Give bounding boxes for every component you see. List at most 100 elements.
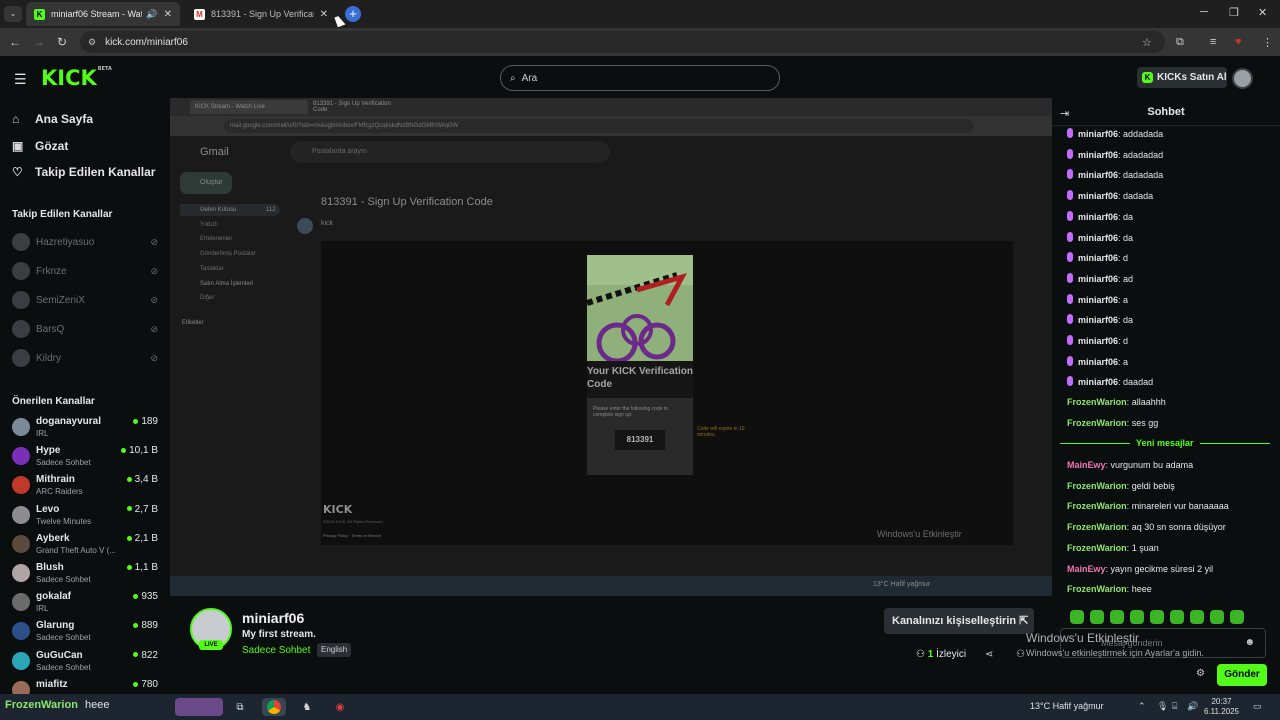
stream-category[interactable]: Sadece Sohbet <box>242 645 310 656</box>
chrome-icon[interactable] <box>262 698 286 716</box>
chat-settings-icon[interactable]: ⚙ <box>1196 668 1205 679</box>
followed-channel[interactable]: SemiZeniX ⊘ <box>12 291 162 309</box>
network-icon[interactable]: ⌸ <box>1172 701 1177 712</box>
emote-icon[interactable] <box>1070 610 1084 624</box>
new-tab-button[interactable]: + <box>345 6 361 22</box>
followed-channel[interactable]: BarsQ ⊘ <box>12 320 162 338</box>
recommended-channel[interactable]: Mithrain ARC Raiders 3,4 B <box>12 472 162 500</box>
clock[interactable]: 20:37 6.11.2025 <box>1204 697 1239 717</box>
recommended-channel[interactable]: Hype Sadece Sohbet 10,1 B <box>12 443 162 471</box>
restore-icon[interactable]: ❐ <box>1229 6 1239 19</box>
emote-icon[interactable] <box>1090 610 1104 624</box>
chat-username[interactable]: miniarf06 <box>1078 233 1118 243</box>
close-tab-icon[interactable]: ✕ <box>164 9 172 20</box>
emote-icon[interactable] <box>1110 610 1124 624</box>
chat-username[interactable]: miniarf06 <box>1078 377 1118 387</box>
obs-icon[interactable]: ◉ <box>331 698 349 716</box>
chat-username[interactable]: miniarf06 <box>1078 212 1118 222</box>
emote-icon[interactable] <box>1170 610 1184 624</box>
tab-gmail[interactable]: M 813391 - Sign Up Verification Code ✕ <box>186 2 336 26</box>
chat-username[interactable]: miniarf06 <box>1078 336 1118 346</box>
emote-icon[interactable] <box>1210 610 1224 624</box>
chat-username[interactable]: miniarf06 <box>1078 357 1118 367</box>
chat-username[interactable]: FrozenWarion <box>1067 481 1127 491</box>
recommended-channel[interactable]: gokalaf IRL 935 <box>12 589 162 617</box>
buy-kicks-button[interactable]: K KICKs Satın Al <box>1137 67 1227 88</box>
address-bar[interactable]: ⚙ kick.com/miniarf06 <box>80 31 1165 53</box>
profile-icon[interactable]: ♥ <box>1235 36 1242 48</box>
video-player[interactable]: KICK Stream - Watch Live 813391 - Sign U… <box>170 98 1052 596</box>
tray-chevron-icon[interactable]: ⌃ <box>1138 701 1146 712</box>
browser-menu-icon[interactable]: ⋮ <box>1262 36 1273 49</box>
nav-browse[interactable]: ▣ Gözat <box>12 139 68 153</box>
search-input[interactable]: ⌕ Ara <box>500 65 780 91</box>
emote-icon[interactable] <box>1190 610 1204 624</box>
emote-icon[interactable] <box>1230 610 1244 624</box>
chat-username[interactable]: FrozenWarion <box>1067 397 1127 407</box>
kick-logo[interactable]: KICKBETA <box>41 66 112 90</box>
volume-icon[interactable]: 🔊 <box>1187 701 1198 712</box>
minimize-icon[interactable]: ─ <box>1200 6 1208 18</box>
chat-username[interactable]: miniarf06 <box>1078 315 1118 325</box>
emote-icon[interactable] <box>1130 610 1144 624</box>
extensions-icon[interactable]: ⧉ <box>1176 36 1184 49</box>
menu-icon[interactable]: ☰ <box>14 71 27 88</box>
tab-search-button[interactable]: ⌄ <box>4 6 22 22</box>
emote-icon[interactable] <box>1150 610 1164 624</box>
chat-username[interactable]: miniarf06 <box>1078 295 1118 305</box>
chat-username[interactable]: FrozenWarion <box>1067 501 1127 511</box>
speaker-icon[interactable]: 🔊 <box>146 9 157 20</box>
language-tag[interactable]: English <box>317 643 352 657</box>
share-icon[interactable]: ⋖ <box>985 649 993 660</box>
recommended-channel[interactable]: Glarung Sadece Sohbet 889 <box>12 618 162 646</box>
chat-text: dadadada <box>1123 170 1164 181</box>
app-icon[interactable]: ♞ <box>298 698 316 716</box>
chat-username[interactable]: miniarf06 <box>1078 170 1118 180</box>
followed-channel[interactable]: Frknze ⊘ <box>12 262 162 280</box>
nav-home[interactable]: ⌂ Ana Sayfa <box>12 112 93 126</box>
channel-name[interactable]: miniarf06 <box>242 610 304 626</box>
chat-username[interactable]: miniarf06 <box>1078 129 1118 139</box>
viewer-number: 3,4 B <box>134 474 158 486</box>
chat-username[interactable]: MainEwy <box>1067 460 1106 470</box>
chat-text: d <box>1123 336 1129 346</box>
chat-username[interactable]: FrozenWarion <box>1067 522 1127 532</box>
weather-widget[interactable]: 13°C Hafif yağmur <box>1030 701 1104 711</box>
heart-icon: ♡ <box>12 165 23 179</box>
recommended-channel[interactable]: Ayberk Grand Theft Auto V (... 2,1 B <box>12 531 162 559</box>
chat-text: dadada <box>1123 191 1154 202</box>
close-tab-icon[interactable]: ✕ <box>320 9 328 20</box>
reading-list-icon[interactable]: ≡ <box>1210 36 1216 48</box>
task-view-icon[interactable]: ⧉ <box>231 698 249 716</box>
forward-icon[interactable]: → <box>33 35 45 49</box>
chat-username[interactable]: FrozenWarion <box>1067 584 1127 594</box>
followed-channel[interactable]: Kildry ⊘ <box>12 349 162 367</box>
site-info-icon[interactable]: ⚙ <box>88 37 96 48</box>
chat-username[interactable]: FrozenWarion <box>1067 543 1127 553</box>
recommended-channel[interactable]: Blush Sadece Sohbet 1,1 B <box>12 560 162 588</box>
recommended-channel[interactable]: Levo Twelve Minutes 2,7 B <box>12 502 162 530</box>
chat-username[interactable]: miniarf06 <box>1078 274 1118 284</box>
notification-icon[interactable]: ▭ <box>1253 701 1262 712</box>
reload-icon[interactable]: ↻ <box>57 35 67 49</box>
chat-username[interactable]: MainEwy <box>1067 564 1106 574</box>
chat-username[interactable]: miniarf06 <box>1078 150 1118 160</box>
widgets-icon[interactable] <box>175 698 223 716</box>
chat-username[interactable]: FrozenWarion <box>1067 418 1127 428</box>
close-window-icon[interactable]: ✕ <box>1258 6 1267 19</box>
recommended-channel[interactable]: GuGuCan Sadece Sohbet 822 <box>12 648 162 676</box>
bookmark-star-icon[interactable]: ☆ <box>1142 36 1152 49</box>
recommended-channel[interactable]: doganayvural IRL 189 <box>12 414 162 442</box>
user-menu-icon[interactable]: ⚇ <box>1016 649 1025 660</box>
mic-icon[interactable]: 🎙 <box>1157 701 1168 712</box>
chat-username[interactable]: miniarf06 <box>1078 253 1118 263</box>
user-avatar[interactable] <box>1232 68 1253 89</box>
followed-channel[interactable]: Hazretiyasuo ⊘ <box>12 233 162 251</box>
emoji-icon[interactable]: ☻ <box>1244 629 1255 657</box>
chat-username[interactable]: miniarf06 <box>1078 191 1118 201</box>
customize-channel-button[interactable]: Kanalınızı kişiselleştirin ⇱ <box>884 608 1034 634</box>
send-button[interactable]: Gönder <box>1217 664 1267 686</box>
back-icon[interactable]: ← <box>9 35 21 49</box>
tab-kick-stream[interactable]: K miniarf06 Stream - Watch Live 🔊 ✕ <box>26 2 180 26</box>
nav-following[interactable]: ♡ Takip Edilen Kanallar <box>12 165 155 179</box>
